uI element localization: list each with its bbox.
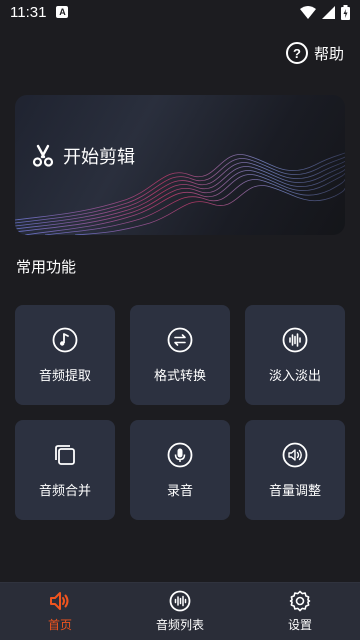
status-time: 11:31	[10, 3, 47, 21]
signal-icon	[322, 5, 335, 19]
tab-label: 首页	[47, 618, 72, 632]
start-edit[interactable]: 开始剪辑	[31, 143, 135, 169]
feature-label: 录音	[166, 483, 193, 499]
convert-arrows-icon	[167, 327, 193, 353]
section-title: 常用功能	[16, 258, 77, 276]
wifi-icon	[300, 5, 316, 19]
feature-format-convert[interactable]: 格式转换	[130, 305, 230, 405]
help-circle-icon: ?	[285, 42, 308, 64]
feature-label: 淡入淡出	[268, 368, 321, 384]
start-edit-label: 开始剪辑	[63, 147, 135, 168]
feature-volume-adjust[interactable]: 音量调整	[245, 420, 345, 520]
music-note-icon	[52, 327, 78, 353]
speaker-icon	[50, 592, 69, 610]
tab-label: 音频列表	[155, 618, 204, 632]
battery-icon	[341, 4, 350, 20]
feature-audio-extract[interactable]: 音频提取	[15, 305, 115, 405]
notification-icon: A	[56, 6, 69, 18]
scissors-icon	[32, 144, 54, 167]
audio-list-icon	[169, 590, 191, 612]
tab-settings[interactable]: 设置	[240, 583, 360, 640]
tab-home[interactable]: 首页	[0, 583, 120, 640]
feature-grid: 音频提取 格式转换 淡入淡出 音频合并 录音 音量调整	[15, 305, 345, 520]
feature-fade[interactable]: 淡入淡出	[245, 305, 345, 405]
gear-icon	[289, 590, 311, 612]
merge-pages-icon	[52, 442, 78, 468]
feature-label: 音量调整	[268, 483, 321, 499]
feature-label: 音频合并	[38, 483, 91, 499]
volume-icon	[282, 442, 308, 468]
feature-record[interactable]: 录音	[130, 420, 230, 520]
tab-audio-list[interactable]: 音频列表	[120, 583, 240, 640]
bottom-tab-bar: 首页 音频列表 设置	[0, 582, 360, 640]
microphone-icon	[167, 442, 193, 468]
feature-label: 音频提取	[38, 368, 91, 384]
start-edit-banner[interactable]: 开始剪辑	[15, 95, 345, 235]
status-bar: 11:31 A	[0, 0, 360, 24]
help-label: 帮助	[313, 44, 344, 63]
help-button[interactable]: ? 帮助	[285, 42, 344, 64]
tab-label: 设置	[287, 618, 312, 632]
feature-audio-merge[interactable]: 音频合并	[15, 420, 115, 520]
feature-label: 格式转换	[153, 368, 206, 384]
waveform-icon	[282, 327, 308, 353]
